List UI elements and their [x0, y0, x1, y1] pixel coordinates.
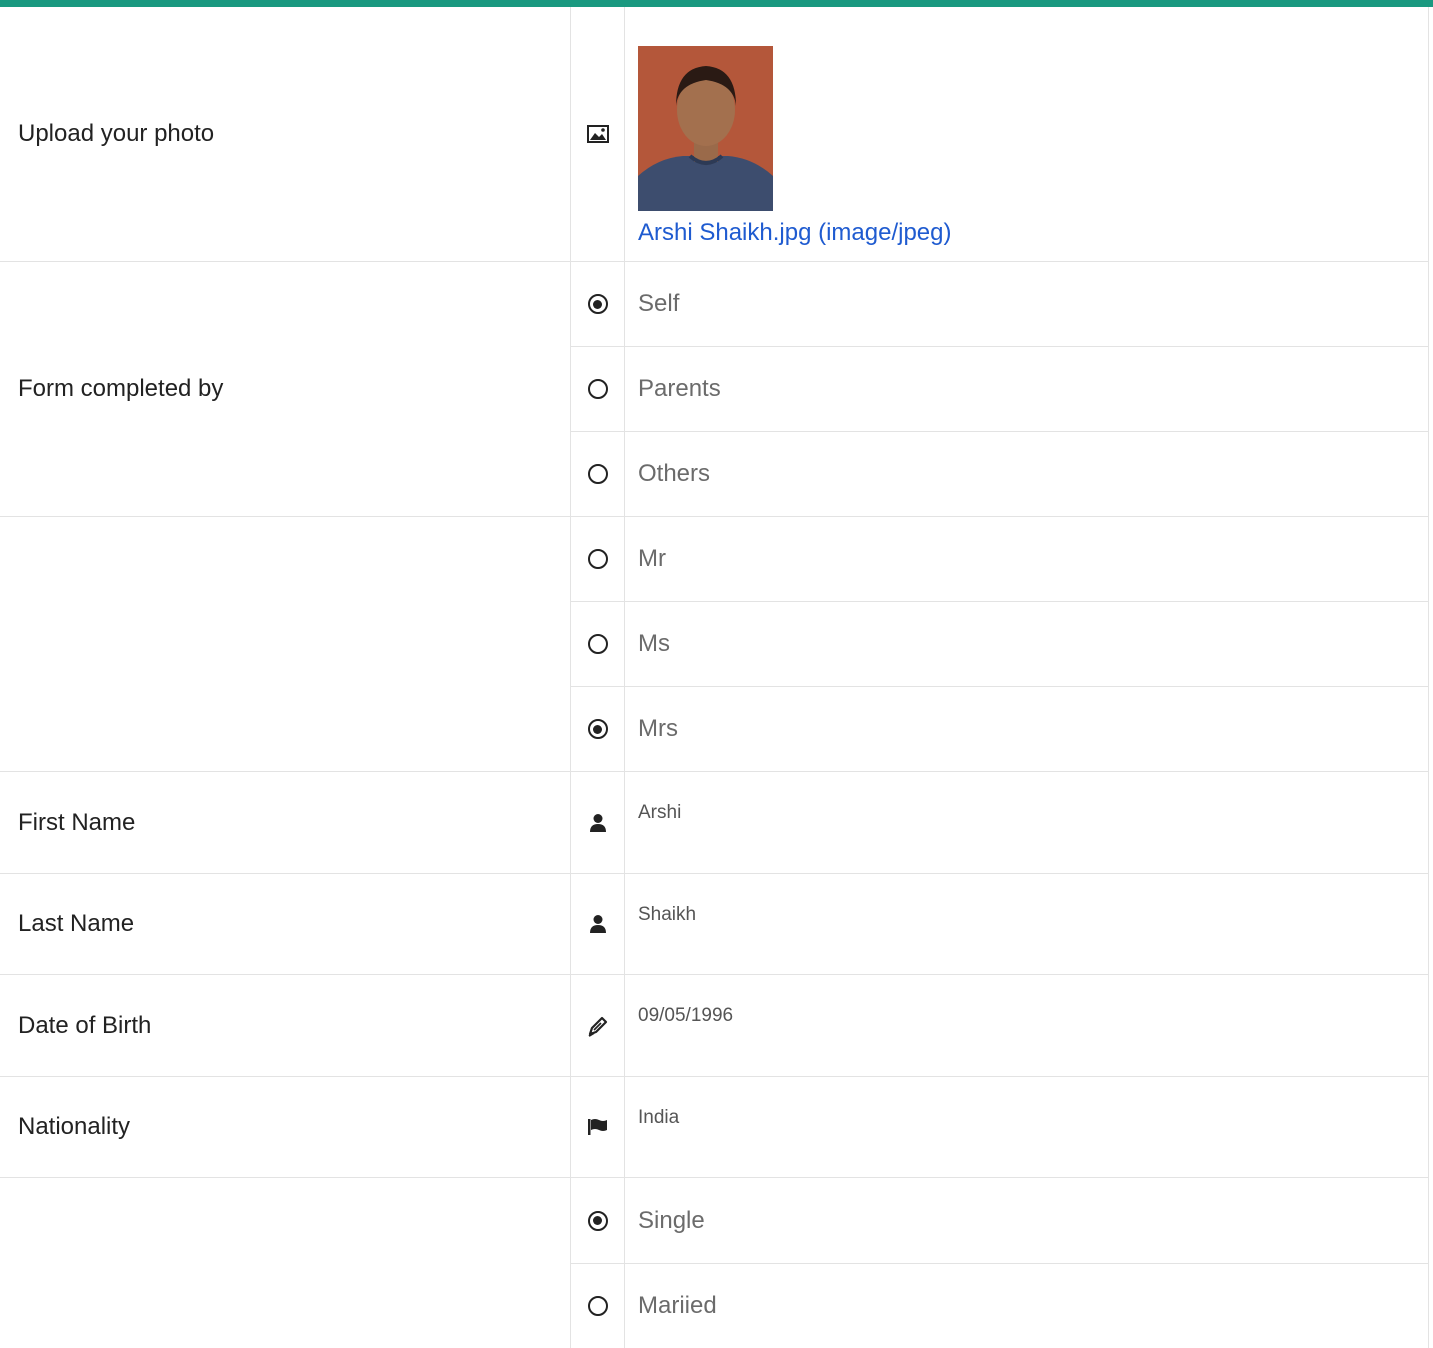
- first-name-value: Arshi: [638, 802, 682, 823]
- option-label-parents: Parents: [638, 375, 721, 402]
- uploaded-file-link[interactable]: Arshi Shaikh.jpg (image/jpeg): [638, 219, 1428, 247]
- option-married[interactable]: Mariied: [571, 1263, 1428, 1348]
- row-marital-status: Single Mariied: [0, 1178, 1428, 1348]
- option-label-self: Self: [638, 290, 680, 317]
- radio-married[interactable]: [587, 1296, 608, 1316]
- option-self[interactable]: Self: [571, 262, 1428, 346]
- radio-mr[interactable]: [587, 549, 608, 569]
- option-label-others: Others: [638, 460, 711, 487]
- date-of-birth-label: Date of Birth: [0, 975, 571, 1076]
- first-name-label: First Name: [0, 772, 571, 873]
- row-form-completed-by: Form completed by Self Parents Others: [0, 262, 1428, 517]
- row-date-of-birth: Date of Birth 09/05/1996: [0, 975, 1428, 1077]
- row-upload-photo: Upload your photo Arshi Shaikh.jpg (imag…: [0, 7, 1428, 262]
- flag-icon: [571, 1077, 625, 1177]
- nationality-value: India: [638, 1107, 680, 1128]
- user-icon: [571, 772, 625, 873]
- option-label-married: Mariied: [638, 1292, 717, 1319]
- upload-photo-label: Upload your photo: [0, 7, 571, 261]
- date-of-birth-value: 09/05/1996: [638, 1005, 734, 1026]
- last-name-label: Last Name: [0, 874, 571, 974]
- row-first-name: First Name Arshi: [0, 772, 1428, 874]
- option-others[interactable]: Others: [571, 431, 1428, 516]
- option-single[interactable]: Single: [571, 1178, 1428, 1263]
- top-accent-bar: [0, 0, 1433, 7]
- title-label: [0, 517, 571, 771]
- option-label-mrs: Mrs: [638, 715, 678, 742]
- option-mrs[interactable]: Mrs: [571, 686, 1428, 771]
- option-ms[interactable]: Ms: [571, 601, 1428, 686]
- marital-status-label: [0, 1178, 571, 1348]
- option-parents[interactable]: Parents: [571, 346, 1428, 431]
- radio-mrs[interactable]: [587, 719, 608, 739]
- form-completed-by-label: Form completed by: [0, 262, 571, 516]
- image-icon: [571, 7, 625, 261]
- option-label-mr: Mr: [638, 545, 666, 572]
- option-label-ms: Ms: [638, 630, 670, 657]
- last-name-value: Shaikh: [638, 904, 697, 925]
- row-nationality: Nationality India: [0, 1077, 1428, 1178]
- row-last-name: Last Name Shaikh: [0, 874, 1428, 975]
- option-label-single: Single: [638, 1206, 705, 1234]
- uploaded-photo-thumbnail: [638, 45, 773, 211]
- nationality-label: Nationality: [0, 1077, 571, 1177]
- form-summary-table: Upload your photo Arshi Shaikh.jpg (imag…: [0, 7, 1429, 1348]
- option-mr[interactable]: Mr: [571, 517, 1428, 601]
- radio-others[interactable]: [587, 464, 608, 484]
- row-title: Mr Ms Mrs: [0, 517, 1428, 772]
- radio-single[interactable]: [587, 1210, 608, 1231]
- radio-ms[interactable]: [587, 634, 608, 654]
- pen-icon: [571, 975, 625, 1076]
- radio-self[interactable]: [587, 294, 608, 314]
- radio-parents[interactable]: [587, 379, 608, 399]
- user-icon: [571, 874, 625, 974]
